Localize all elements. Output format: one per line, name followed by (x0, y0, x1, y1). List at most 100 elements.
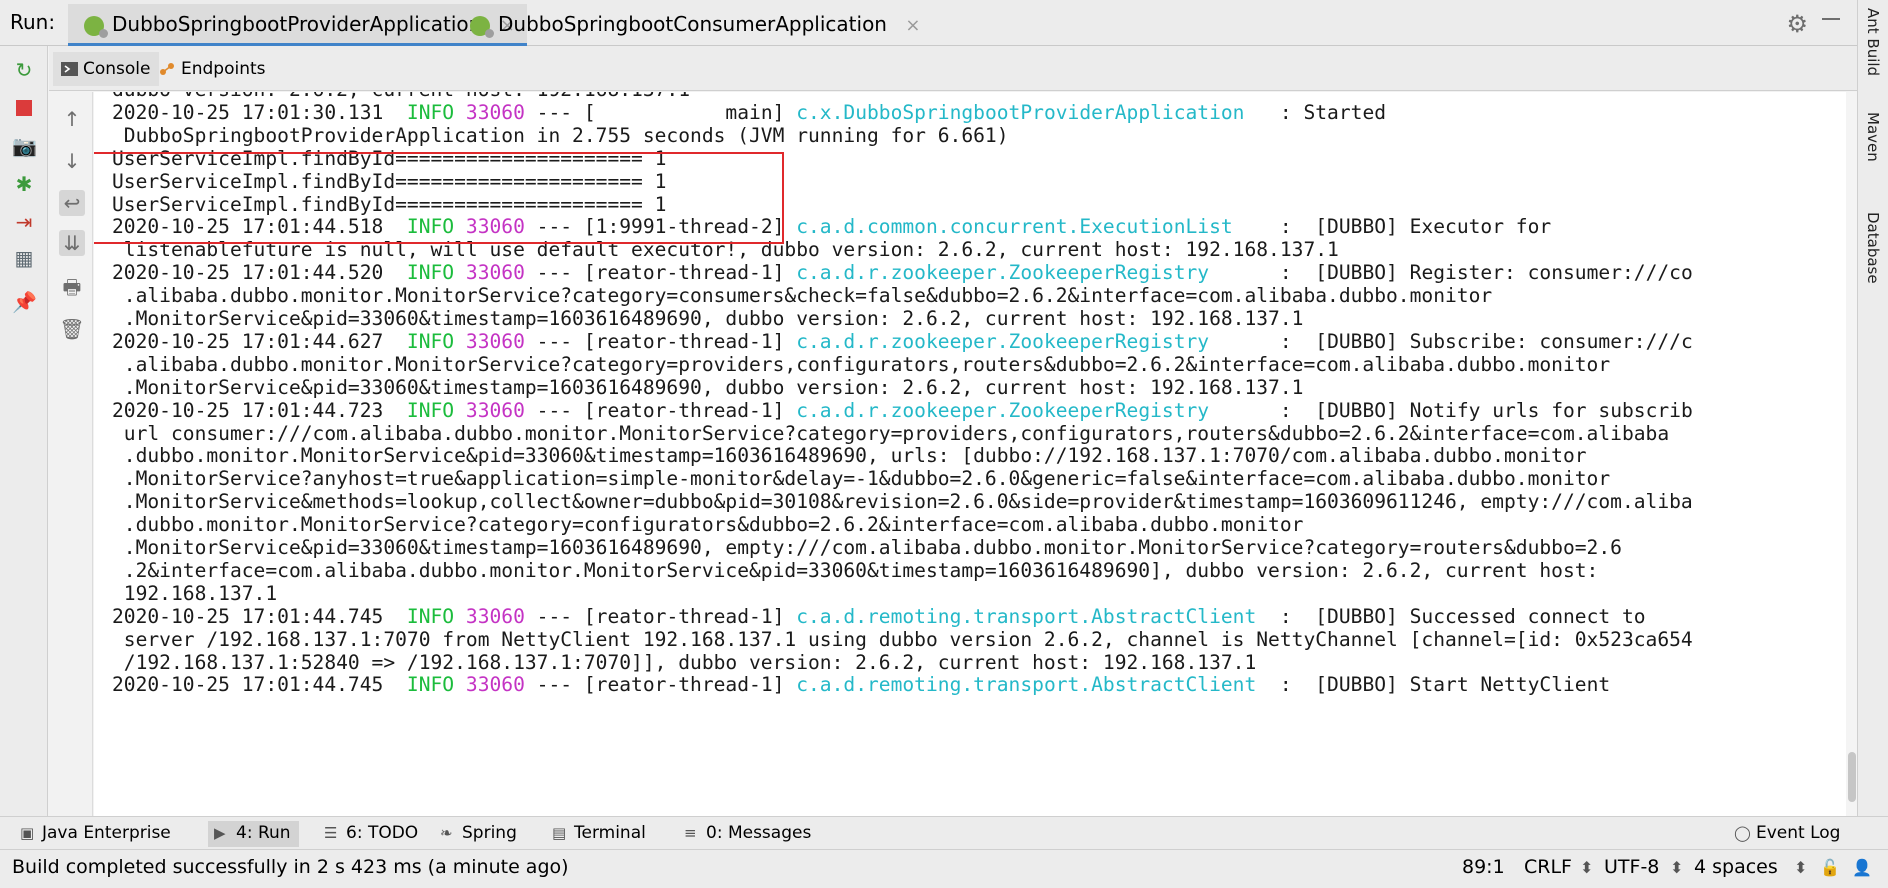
debug-icon[interactable]: ✱ (12, 172, 36, 196)
event-log-icon: ◯ (1734, 824, 1751, 842)
log-text: 192.168.137.1 (112, 581, 278, 605)
log-pid: 33060 (465, 100, 525, 124)
tab-consumer-application[interactable]: DubboSpringbootConsumerApplication × (454, 4, 932, 46)
soft-wrap-icon[interactable]: ↩ (59, 190, 85, 216)
log-info: INFO (406, 398, 455, 422)
log-text: 2020-10-25 17:01:30.131 (112, 100, 407, 124)
minimize-icon[interactable] (1822, 18, 1840, 20)
log-text: 2020-10-25 17:01:44.745 (112, 673, 407, 697)
log-cls[interactable]: c.a.d.r.zookeeper.ZookeeperRegistry (796, 399, 1209, 422)
messages-icon: ≡ (684, 824, 697, 842)
gear-icon[interactable]: ⚙ (1786, 10, 1808, 38)
log-text: : Started (1244, 100, 1387, 124)
log-text: .2&interface=com.alibaba.dubbo.monitor.M… (112, 558, 1599, 582)
log-text: server /192.168.137.1:7070 from NettyCli… (112, 627, 1693, 651)
maven-tab[interactable]: Maven (1864, 112, 1882, 162)
tab-console-label: Console (83, 59, 151, 79)
scrollbar-thumb[interactable] (1848, 752, 1856, 802)
log-text: .MonitorService&pid=33060&timestamp=1603… (112, 375, 1304, 399)
ant-build-tab[interactable]: Ant Build (1864, 8, 1882, 76)
tool-spring-label: Spring (462, 823, 517, 843)
log-cls[interactable]: c.x.DubboSpringbootProviderApplication (796, 101, 1244, 124)
arrow-down-icon[interactable]: ↓ (59, 148, 85, 174)
tool-todo[interactable]: ☰ 6: TODO (318, 821, 426, 847)
tool-run-label: 4: Run (236, 823, 291, 843)
log-text: : [DUBBO] Register: consumer:///co (1209, 261, 1693, 285)
tab-label: DubboSpringbootProviderApplication (112, 12, 482, 36)
layout-icon[interactable]: ▦ (12, 246, 36, 270)
log-cls[interactable]: c.a.d.remoting.transport.AbstractClient (796, 673, 1256, 696)
scroll-to-end-icon[interactable]: ⇊ (59, 230, 85, 256)
run-toolbar: Run: DubboSpringbootProviderApplication … (0, 0, 1888, 46)
log-text: .alibaba.dubbo.monitor.MonitorService?ca… (112, 284, 1493, 308)
pin-icon[interactable]: 📌 (12, 290, 37, 314)
log-text: .dubbo.monitor.MonitorService?category=c… (112, 513, 1304, 537)
console-line: .2&interface=com.alibaba.dubbo.monitor.M… (112, 557, 1599, 585)
print-icon[interactable]: 🖶 (59, 274, 85, 300)
log-text: : [DUBBO] Executor for (1232, 215, 1552, 239)
log-text: url consumer:///com.alibaba.dubbo.monito… (112, 421, 1670, 445)
lock-icon[interactable]: 🔓 (1820, 858, 1840, 877)
line-separator[interactable]: CRLF (1524, 856, 1572, 878)
log-text: --- [reator-thread-1] (524, 261, 797, 285)
tool-terminal-label: Terminal (574, 823, 646, 843)
tool-event-log[interactable]: ◯ Event Log (1728, 821, 1848, 847)
highlight-box (94, 152, 784, 244)
tool-spring[interactable]: ❧ Spring (434, 821, 525, 847)
run-side-toolbar: ↻ 📷 ✱ ⇥ ▦ 📌 (0, 46, 48, 816)
spring-boot-run-icon (84, 16, 108, 38)
log-text: .alibaba.dubbo.monitor.MonitorService?ca… (112, 352, 1611, 376)
status-message[interactable]: Build completed successfully in 2 s 423 … (12, 856, 569, 878)
log-text: DubboSpringbootProviderApplication in 2.… (112, 123, 1009, 147)
log-info: INFO (406, 329, 455, 353)
run-icon: ▶ (214, 824, 226, 842)
rerun-icon[interactable]: ↻ (12, 58, 36, 82)
log-text: .MonitorService?anyhost=true&application… (112, 467, 1611, 491)
log-cls[interactable]: c.a.d.r.zookeeper.ZookeeperRegistry (796, 330, 1209, 353)
stop-icon[interactable] (12, 96, 36, 120)
tool-event-log-label: Event Log (1756, 823, 1841, 843)
log-text: 2020-10-25 17:01:44.745 (112, 604, 407, 628)
tab-endpoints[interactable]: Endpoints (151, 52, 274, 86)
tool-java-enterprise[interactable]: ▣ Java Enterprise (14, 821, 179, 847)
tool-run[interactable]: ▶ 4: Run (208, 821, 299, 847)
arrow-up-icon[interactable]: ↑ (59, 106, 85, 132)
log-pid: 33060 (465, 398, 525, 422)
java-enterprise-icon: ▣ (20, 824, 35, 842)
endpoints-icon (160, 63, 174, 75)
list-icon: ☰ (324, 824, 338, 842)
log-info: INFO (406, 261, 455, 285)
tab-endpoints-label: Endpoints (181, 59, 266, 79)
log-cls[interactable]: c.a.d.remoting.transport.AbstractClient (796, 605, 1256, 628)
log-text: --- [ main] (524, 100, 797, 124)
log-cls[interactable]: c.a.d.common.concurrent.ExecutionList (796, 215, 1232, 238)
log-text: --- [reator-thread-1] (524, 329, 797, 353)
tool-terminal[interactable]: ▤ Terminal (546, 821, 654, 847)
inspector-icon[interactable]: 👤 (1852, 858, 1872, 877)
terminal-icon: ▤ (552, 824, 567, 842)
console-toolbar: ↑ ↓ ↩ ⇊ 🖶 🗑 (49, 92, 93, 816)
log-text: --- [reator-thread-1] (524, 673, 797, 697)
database-tab[interactable]: Database (1864, 212, 1882, 284)
trash-icon[interactable]: 🗑 (59, 316, 85, 342)
tool-messages-label: 0: Messages (706, 823, 812, 843)
tab-console[interactable]: Console (53, 52, 159, 86)
run-label: Run: (10, 10, 56, 34)
chevron-icon: ⬍ (1794, 858, 1808, 877)
indent-setting[interactable]: 4 spaces (1694, 856, 1778, 878)
exit-icon[interactable]: ⇥ (12, 210, 36, 234)
spring-leaf-icon: ❧ (440, 824, 453, 842)
log-pid: 33060 (465, 329, 525, 353)
file-encoding[interactable]: UTF-8 (1604, 856, 1659, 878)
caret-position[interactable]: 89:1 (1462, 856, 1505, 878)
log-info: INFO (406, 673, 455, 697)
log-cls[interactable]: c.a.d.r.zookeeper.ZookeeperRegistry (796, 261, 1209, 284)
tool-messages[interactable]: ≡ 0: Messages (678, 821, 819, 847)
log-text: : [DUBBO] Successed connect to (1256, 604, 1646, 628)
camera-icon[interactable]: 📷 (12, 134, 37, 158)
spring-boot-run-icon (470, 16, 494, 38)
close-icon[interactable]: × (905, 15, 920, 36)
console-output[interactable]: dubbo version: 2.6.2, current host: 192.… (94, 92, 1858, 816)
log-pid: 33060 (465, 604, 525, 628)
